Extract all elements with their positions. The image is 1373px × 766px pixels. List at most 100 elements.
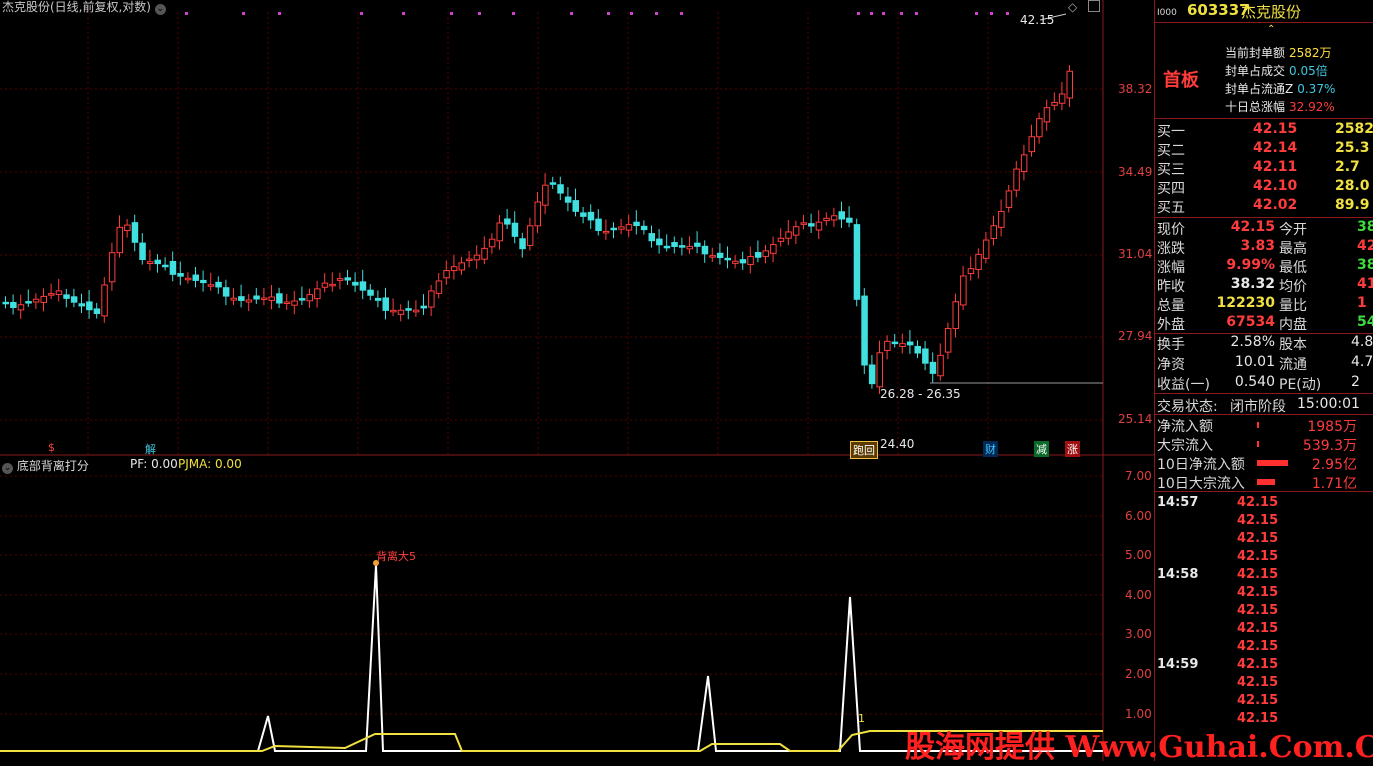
quote-value: 41 xyxy=(1357,276,1373,292)
bid-row[interactable]: 买五 42.02 89.9 xyxy=(1155,197,1373,216)
candle-body xyxy=(32,298,40,303)
candle-body xyxy=(762,250,769,257)
candle-body xyxy=(709,255,716,258)
event-marker-unlock[interactable]: 解 xyxy=(143,441,158,457)
quote-value: 38.32 xyxy=(1230,276,1275,292)
candle-body xyxy=(739,259,747,264)
bid-row[interactable]: 买三 42.11 2.7 xyxy=(1155,159,1373,178)
event-marker-pullback[interactable]: 跑回 xyxy=(850,441,878,459)
quote-label: 内盘 xyxy=(1279,317,1307,333)
candle-body xyxy=(595,218,602,231)
signal-dot xyxy=(870,12,873,15)
fund-row: 收益(一) 0.540 PE(动) 2 xyxy=(1155,374,1373,393)
candle-body xyxy=(747,256,754,265)
candle-body xyxy=(222,287,230,297)
candle-body xyxy=(481,247,488,260)
event-marker-finance[interactable]: 财 xyxy=(983,441,998,457)
quote-label: 均价 xyxy=(1279,279,1307,295)
tick-price: 42.15 xyxy=(1237,693,1279,708)
candle-body xyxy=(838,211,845,220)
quote-label: 最高 xyxy=(1279,241,1307,257)
signal-dot xyxy=(975,12,978,15)
quote-row: 涨幅 9.99% 最低 38 xyxy=(1155,257,1373,276)
price-tick: 31.04 xyxy=(1118,247,1153,261)
candle-body xyxy=(276,293,283,304)
candle-body xyxy=(549,182,557,185)
divergence-signal-label: 背离大5 xyxy=(376,550,416,563)
settings-icon[interactable]: ⌄ xyxy=(2,463,13,474)
bid-volume: 89.9 xyxy=(1335,197,1370,213)
tick-price: 42.15 xyxy=(1237,495,1279,510)
indicator-tick: 3.00 xyxy=(1125,627,1152,641)
candle-body xyxy=(146,261,154,265)
candle-body xyxy=(990,225,997,239)
tick-row: 14:59 42.15 xyxy=(1155,657,1373,676)
candle-body xyxy=(162,264,169,268)
tick-time: 14:57 xyxy=(1157,495,1199,510)
fund-value: 4.7 xyxy=(1351,354,1373,370)
tick-price: 42.15 xyxy=(1237,675,1279,690)
candle-body xyxy=(580,212,587,217)
flow-row: 10日大宗流入 1.71亿 xyxy=(1155,473,1373,492)
candle-body xyxy=(25,301,32,304)
quote-value: 540 xyxy=(1357,314,1373,330)
bid-volume: 2.7 xyxy=(1335,159,1360,175)
candle-body xyxy=(359,281,367,291)
tick-row: 42.15 xyxy=(1155,639,1373,658)
candle-body xyxy=(86,301,93,311)
bid-row[interactable]: 买四 42.10 28.0 xyxy=(1155,178,1373,197)
candle-body xyxy=(770,244,777,254)
event-marker-dollar[interactable]: $ xyxy=(46,441,57,454)
candle-body xyxy=(397,309,405,315)
quote-value: 42 xyxy=(1357,238,1373,254)
quote-value: 42.15 xyxy=(1230,219,1275,235)
chevron-down-icon[interactable]: ⌄ xyxy=(154,4,166,15)
candle-body xyxy=(298,298,306,301)
bid-label: 买五 xyxy=(1157,200,1185,216)
candle-body xyxy=(374,297,382,301)
chevron-up-icon[interactable]: ⌃ xyxy=(1267,24,1275,35)
diamond-icon[interactable]: ◇ xyxy=(1068,0,1077,14)
candle-body xyxy=(321,282,329,288)
event-marker-limit-up[interactable]: 涨 xyxy=(1065,441,1080,457)
flow-bar xyxy=(1257,441,1259,447)
fund-label: 净资 xyxy=(1157,357,1185,373)
signal-dot xyxy=(242,12,245,15)
candle-body xyxy=(716,252,724,259)
candle-body xyxy=(914,345,921,354)
tick-price: 42.15 xyxy=(1237,621,1279,636)
bid-row[interactable]: 买一 42.15 2582 xyxy=(1155,121,1373,140)
candle-body xyxy=(868,364,876,385)
event-marker-reduce[interactable]: 减 xyxy=(1034,441,1049,457)
board-label: 首板 xyxy=(1163,70,1199,91)
flow-label: 净流入额 xyxy=(1157,419,1213,435)
candle-body xyxy=(17,304,25,311)
signal-dot xyxy=(900,12,903,15)
window-toggle-icon[interactable] xyxy=(1088,0,1100,12)
candle-body xyxy=(420,305,427,309)
bid-row[interactable]: 买二 42.14 25.3 xyxy=(1155,140,1373,159)
candle-body xyxy=(830,215,838,221)
tick-row: 42.15 xyxy=(1155,531,1373,550)
tick-row: 42.15 xyxy=(1155,585,1373,604)
flow-value: 2.95亿 xyxy=(1311,457,1357,473)
stock-header: I000 603337 杰克股份 xyxy=(1155,1,1373,21)
candle-body xyxy=(2,301,9,305)
fund-value: 2.58% xyxy=(1230,334,1275,350)
signal-dot xyxy=(882,12,885,15)
candle-body xyxy=(922,348,929,364)
candle-body xyxy=(663,245,671,249)
candle-body xyxy=(1066,70,1073,99)
flow-bar xyxy=(1257,422,1259,428)
candle-body xyxy=(131,222,139,243)
quote-row: 外盘 67534内盘 540 xyxy=(1155,314,1373,333)
seal-stat-value: 0.05倍 xyxy=(1289,64,1328,78)
candle-body xyxy=(648,233,655,242)
quote-label: 量比 xyxy=(1279,298,1307,314)
candle-body xyxy=(800,222,807,225)
signal-dot xyxy=(857,12,860,15)
bid-price: 42.10 xyxy=(1253,178,1298,194)
candle-body xyxy=(884,340,891,351)
kline-chart-area[interactable]: 杰克股份(日线,前复权,对数) ⌄ 38.32 34.49 31.04 27.9… xyxy=(0,0,1154,761)
chart-canvas[interactable] xyxy=(0,0,1154,761)
